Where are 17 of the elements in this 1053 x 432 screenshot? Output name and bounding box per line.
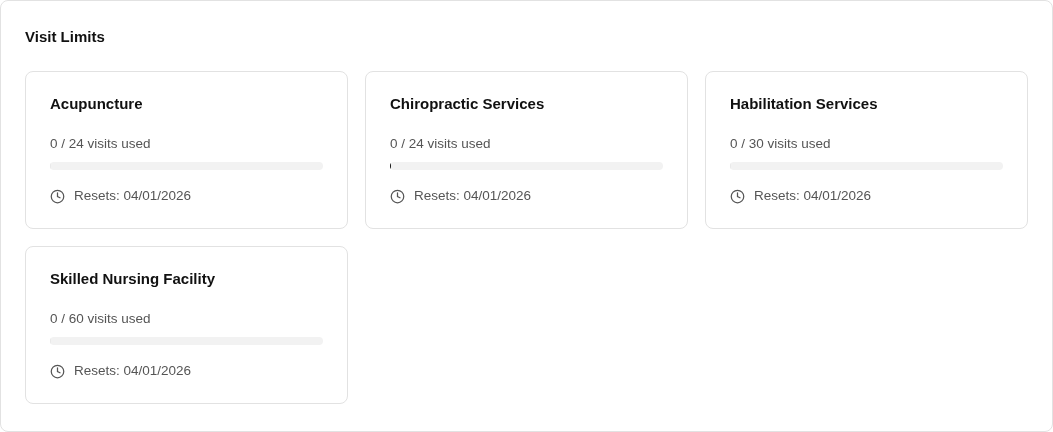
reset-date: Resets: 04/01/2026 — [754, 187, 872, 205]
clock-icon — [50, 363, 65, 379]
clock-icon — [730, 188, 745, 204]
reset-date: Resets: 04/01/2026 — [74, 187, 192, 205]
panel-title: Visit Limits — [25, 27, 106, 47]
reset-date: Resets: 04/01/2026 — [74, 362, 192, 380]
service-name: Chiropractic Services — [390, 94, 546, 114]
service-name: Acupuncture — [50, 94, 144, 114]
service-name: Habilitation Services — [730, 94, 879, 114]
usage-text: 0 / 60 visits used — [50, 310, 152, 328]
usage-text: 0 / 24 visits used — [50, 135, 152, 153]
usage-text: 0 / 24 visits used — [390, 135, 492, 153]
reset-date: Resets: 04/01/2026 — [414, 187, 532, 205]
service-name: Skilled Nursing Facility — [50, 269, 217, 289]
usage-text: 0 / 30 visits used — [730, 135, 832, 153]
clock-icon — [390, 188, 405, 204]
clock-icon — [50, 188, 65, 204]
